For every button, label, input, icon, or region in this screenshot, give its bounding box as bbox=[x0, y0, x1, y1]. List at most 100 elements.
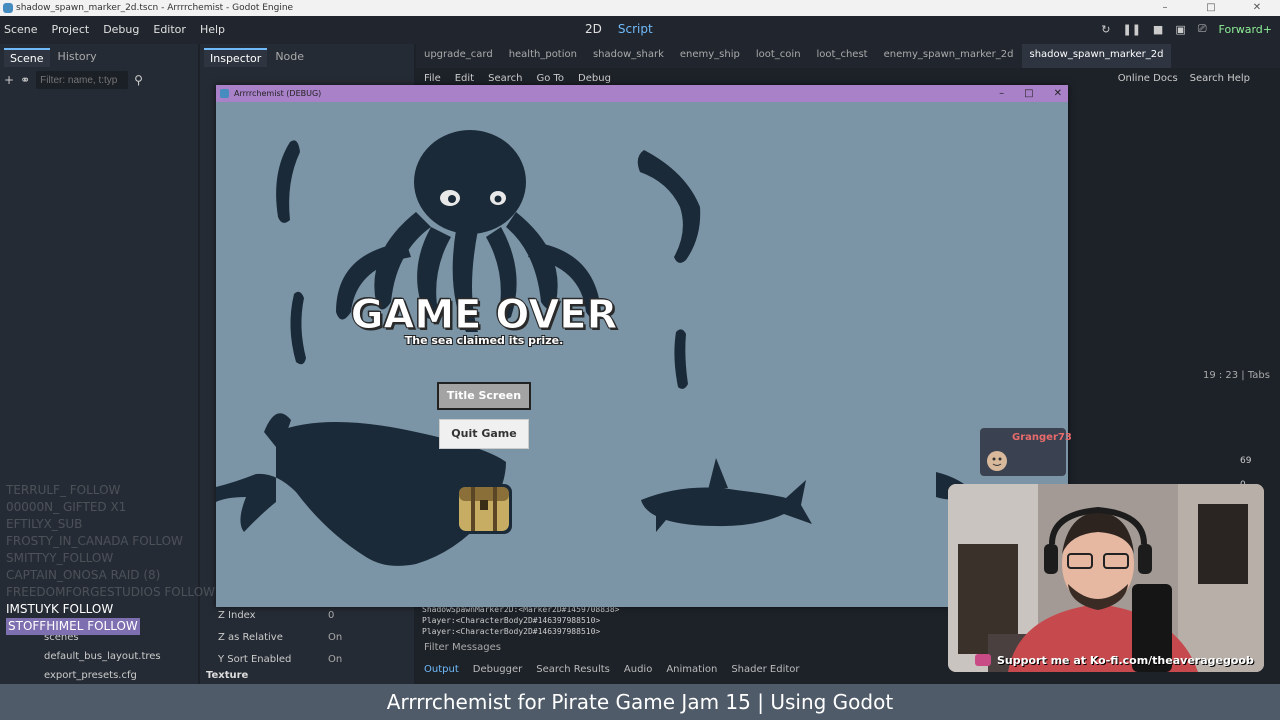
prop-value[interactable]: On bbox=[328, 654, 342, 665]
script-tab[interactable]: loot_chest bbox=[809, 44, 876, 68]
game-window-titlebar: Arrrrchemist (DEBUG) – □ ✕ bbox=[216, 85, 1068, 102]
movie-icon[interactable]: ⎚ bbox=[1198, 22, 1207, 36]
minimize-icon[interactable]: – bbox=[1142, 0, 1188, 16]
inspector-properties: Z Index 0 Z as Relative On Y Sort Enable… bbox=[200, 604, 414, 682]
prop-value[interactable]: 0 bbox=[328, 610, 334, 621]
game-background-art bbox=[216, 130, 968, 566]
menu-scene[interactable]: Scene bbox=[4, 23, 38, 36]
workspace-switcher: 2D Script bbox=[585, 22, 653, 36]
run-toolbar: ↻ ❚❚ ■ ▣ ⎚ Forward+ bbox=[1101, 22, 1272, 36]
event-line: FROSTY_IN_CANADA FOLLOW bbox=[6, 534, 183, 548]
game-canvas: GAME OVER The sea claimed its prize. Tit… bbox=[216, 102, 1068, 607]
treasure-chest-icon bbox=[456, 484, 512, 534]
menu-debug[interactable]: Debug bbox=[103, 23, 139, 36]
search-icon: ⚲ bbox=[134, 73, 143, 87]
stream-event-feed: TERRULF_ FOLLOW 00000N_ GIFTED X1 EFTILY… bbox=[6, 482, 215, 635]
tab-audio[interactable]: Audio bbox=[624, 664, 652, 675]
tab-debugger[interactable]: Debugger bbox=[473, 664, 523, 675]
renderer-select[interactable]: Forward+ bbox=[1219, 23, 1272, 36]
output-line: Player:<CharacterBody2D#146397988510> bbox=[422, 616, 601, 625]
game-debug-window: Arrrrchemist (DEBUG) – □ ✕ GAME OVER The… bbox=[216, 85, 1068, 607]
tab-node[interactable]: Node bbox=[269, 48, 310, 67]
scene-toolbar: + ⚭ ⚲ bbox=[4, 70, 194, 90]
file-item[interactable]: export_presets.cfg bbox=[20, 666, 161, 685]
tab-search-results[interactable]: Search Results bbox=[536, 664, 610, 675]
game-over-subtitle: The sea claimed its prize. bbox=[404, 334, 564, 347]
menu-help[interactable]: Help bbox=[200, 23, 225, 36]
quit-game-button[interactable]: Quit Game bbox=[439, 419, 529, 449]
webcam-feed bbox=[948, 484, 1264, 672]
event-line: SMITTYY_FOLLOW bbox=[6, 551, 114, 565]
script-tabs: upgrade_card health_potion shadow_shark … bbox=[416, 44, 1280, 68]
prop-z-as-relative: Z as Relative On bbox=[200, 626, 414, 648]
editor-menubar: Scene Project Debug Editor Help 2D Scrip… bbox=[0, 16, 1280, 44]
prop-label: Z Index bbox=[218, 609, 256, 621]
shark-silhouette bbox=[641, 458, 812, 532]
tab-animation[interactable]: Animation bbox=[666, 664, 717, 675]
tab-inspector[interactable]: Inspector bbox=[204, 48, 268, 67]
minimize-icon[interactable]: – bbox=[999, 85, 1004, 102]
add-node-icon[interactable]: + bbox=[4, 73, 14, 87]
tab-scene[interactable]: Scene bbox=[4, 48, 50, 67]
event-line: IMSTUYK FOLLOW bbox=[6, 602, 114, 616]
online-docs-link[interactable]: Online Docs bbox=[1118, 73, 1178, 84]
script-menu-search[interactable]: Search bbox=[488, 73, 522, 84]
game-window-controls: – □ ✕ bbox=[999, 85, 1062, 102]
bottom-panel-tabs: Output Debugger Search Results Audio Ani… bbox=[424, 664, 800, 675]
output-line: Player:<CharacterBody2D#146397988510> bbox=[422, 627, 601, 636]
file-list: scenes default_bus_layout.tres export_pr… bbox=[20, 628, 161, 685]
event-line: TERRULF_ FOLLOW bbox=[6, 483, 121, 497]
link-icon[interactable]: ⚭ bbox=[20, 73, 30, 87]
godot-app-icon bbox=[3, 3, 13, 13]
script-menu-edit[interactable]: Edit bbox=[455, 73, 474, 84]
prop-label: Y Sort Enabled bbox=[218, 653, 292, 665]
output-log: ShadowSpawnMarker2D:<Marker2D#1459708838… bbox=[422, 604, 619, 637]
game-app-icon bbox=[220, 89, 229, 98]
title-screen-button[interactable]: Title Screen bbox=[437, 382, 531, 410]
tab-shader-editor[interactable]: Shader Editor bbox=[731, 664, 799, 675]
script-menu-goto[interactable]: Go To bbox=[536, 73, 564, 84]
prop-label: Z as Relative bbox=[218, 631, 283, 643]
script-menu-file[interactable]: File bbox=[424, 73, 441, 84]
webcam-image bbox=[948, 484, 1264, 672]
kofi-text[interactable]: Support me at Ko-fi.com/theaveragegoob bbox=[997, 654, 1254, 667]
scene-filter-input[interactable] bbox=[36, 71, 129, 89]
search-help-link[interactable]: Search Help bbox=[1190, 73, 1250, 84]
stop-icon[interactable]: ■ bbox=[1153, 23, 1163, 36]
inspector-tabs: Inspector Node bbox=[200, 44, 414, 71]
script-tab[interactable]: enemy_spawn_marker_2d bbox=[876, 44, 1022, 68]
script-tab[interactable]: upgrade_card bbox=[416, 44, 501, 68]
menu-editor[interactable]: Editor bbox=[153, 23, 186, 36]
kofi-cup-icon bbox=[975, 654, 991, 666]
game-over-heading: GAME OVER bbox=[350, 292, 618, 339]
reload-icon[interactable]: ↻ bbox=[1101, 23, 1110, 36]
run-scene-icon[interactable]: ▣ bbox=[1175, 23, 1185, 36]
section-texture[interactable]: Texture bbox=[200, 670, 414, 681]
maximize-icon[interactable]: □ bbox=[1024, 85, 1033, 102]
close-icon[interactable]: ✕ bbox=[1234, 0, 1280, 16]
message-count[interactable]: 69 bbox=[1240, 456, 1251, 466]
workspace-script[interactable]: Script bbox=[618, 22, 653, 36]
screen: shadow_spawn_marker_2d.tscn - Arrrrchemi… bbox=[0, 0, 1280, 720]
event-line-latest: STOFFHIMEL FOLLOW bbox=[6, 618, 140, 635]
script-tab[interactable]: shadow_shark bbox=[585, 44, 672, 68]
script-tab[interactable]: enemy_ship bbox=[672, 44, 748, 68]
stream-caption-bar: Arrrrchemist for Pirate Game Jam 15 | Us… bbox=[0, 684, 1280, 720]
script-menu-debug[interactable]: Debug bbox=[578, 73, 611, 84]
file-item[interactable]: default_bus_layout.tres bbox=[20, 647, 161, 666]
menu-project[interactable]: Project bbox=[52, 23, 90, 36]
workspace-2d[interactable]: 2D bbox=[585, 22, 602, 36]
tab-output[interactable]: Output bbox=[424, 664, 459, 675]
filter-messages-input[interactable]: Filter Messages bbox=[424, 642, 501, 653]
main-menu: Scene Project Debug Editor Help bbox=[4, 23, 225, 36]
script-tab-active[interactable]: shadow_spawn_marker_2d bbox=[1021, 44, 1172, 68]
pause-icon[interactable]: ❚❚ bbox=[1122, 23, 1140, 36]
script-tab[interactable]: health_potion bbox=[501, 44, 585, 68]
close-icon[interactable]: ✕ bbox=[1054, 85, 1062, 102]
maximize-icon[interactable]: □ bbox=[1188, 0, 1234, 16]
os-window-controls: – □ ✕ bbox=[1142, 0, 1280, 16]
event-line: FREEDOMFORGESTUDIOS FOLLOW bbox=[6, 585, 215, 599]
tab-history[interactable]: History bbox=[52, 48, 103, 67]
prop-value[interactable]: On bbox=[328, 632, 342, 643]
script-tab[interactable]: loot_coin bbox=[748, 44, 809, 68]
